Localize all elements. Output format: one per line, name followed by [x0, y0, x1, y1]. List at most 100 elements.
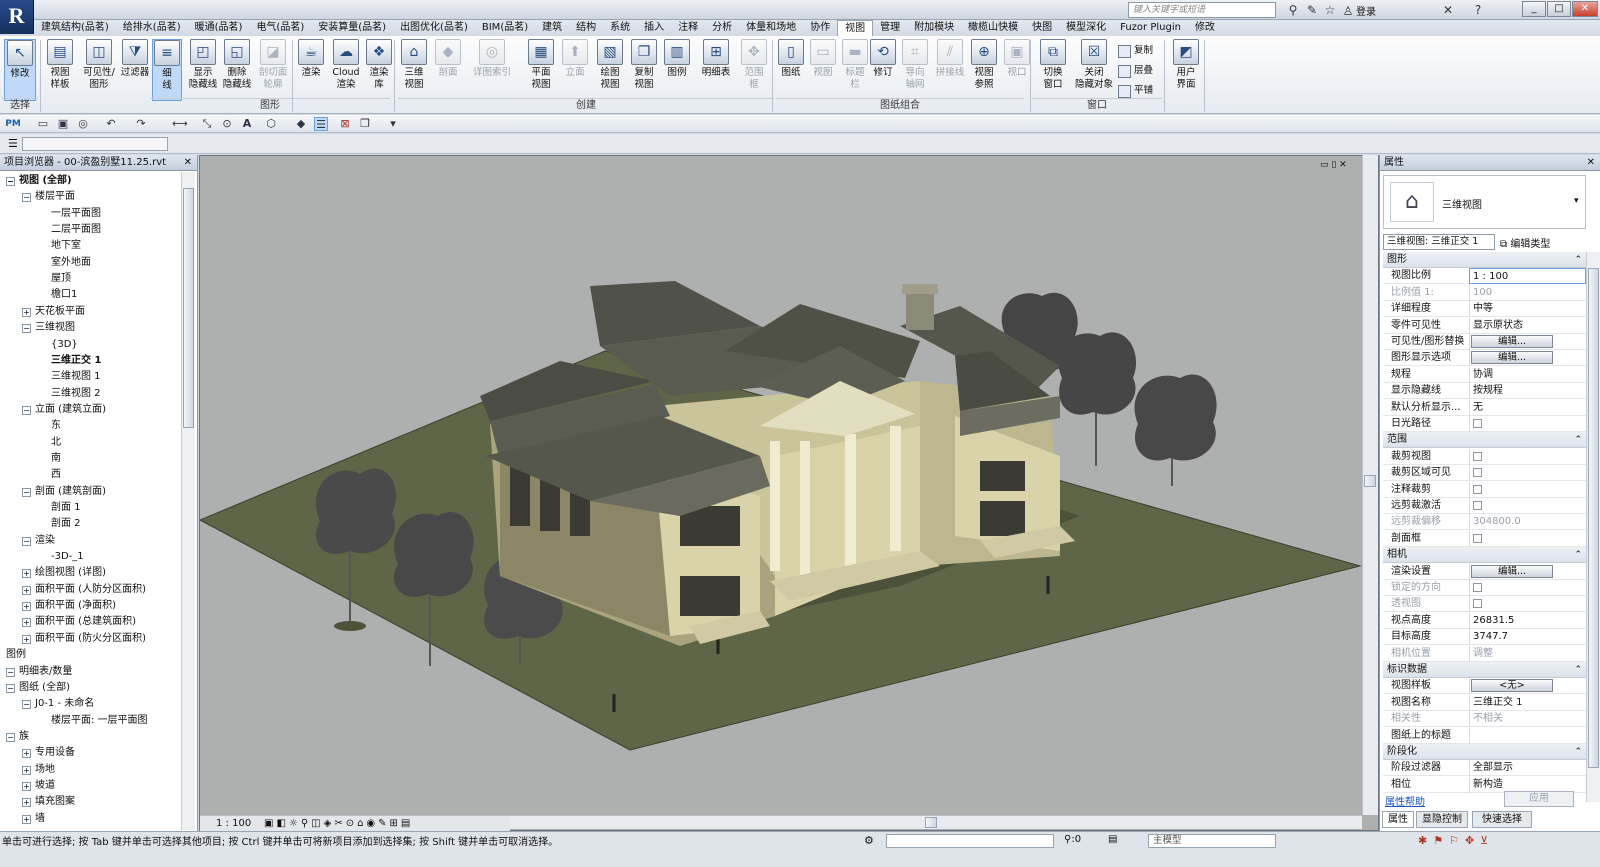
- properties-tab-0[interactable]: 属性: [1382, 811, 1414, 828]
- schedule-button[interactable]: ⊞ 明细表: [696, 39, 736, 101]
- browser-item[interactable]: − 剖面 (建筑剖面): [22, 484, 106, 500]
- open-icon[interactable]: ▭: [36, 117, 50, 131]
- property-value[interactable]: 26831.5: [1469, 612, 1586, 629]
- property-group[interactable]: 标识数据 ⌃: [1383, 662, 1586, 678]
- browser-item[interactable]: + 绘图视图 (详图): [22, 565, 106, 581]
- property-value[interactable]: [1469, 530, 1586, 547]
- expand-icon[interactable]: +: [22, 634, 31, 644]
- browser-item[interactable]: 三维视图 2: [38, 386, 101, 402]
- browser-item[interactable]: − 明细表/数量: [6, 664, 72, 680]
- property-value[interactable]: [1469, 563, 1586, 580]
- browser-item[interactable]: 室外地面: [38, 255, 91, 271]
- browser-item[interactable]: + 天花板平面: [22, 304, 85, 320]
- viewport-vertical-scrollbar[interactable]: [1362, 155, 1378, 815]
- property-value[interactable]: 中等: [1469, 301, 1586, 318]
- browser-item[interactable]: 西: [38, 467, 61, 483]
- search-input[interactable]: 键入关键字或短语: [1128, 2, 1276, 18]
- cursor-button[interactable]: ↖ 修改: [4, 39, 36, 101]
- collapse-icon[interactable]: −: [22, 536, 31, 546]
- collapse-group-icon[interactable]: ⌃: [1574, 432, 1582, 448]
- browser-item[interactable]: 檐口1: [38, 287, 77, 303]
- expand-icon[interactable]: +: [22, 585, 31, 595]
- browser-item[interactable]: 三维视图 1: [38, 369, 101, 385]
- section-button[interactable]: ◆ 剖面: [432, 39, 464, 101]
- property-value[interactable]: 无: [1469, 399, 1586, 416]
- visibility-button[interactable]: ◫ 可见性/ 图形: [80, 39, 118, 101]
- tab-6[interactable]: BIM(品茗): [475, 20, 535, 36]
- sync-icon[interactable]: ◎: [76, 117, 90, 131]
- collapse-group-icon[interactable]: ⌃: [1574, 547, 1582, 563]
- 3d-view-button[interactable]: ⌂ 三维 视图: [398, 39, 430, 101]
- browser-item[interactable]: 南: [38, 451, 61, 467]
- filter-button[interactable]: ⧩ 过滤器: [118, 39, 152, 101]
- property-group[interactable]: 相机 ⌃: [1383, 547, 1586, 564]
- switch-windows-quick-icon[interactable]: ❐: [358, 117, 372, 131]
- cut-profile-button[interactable]: ◪ 剖切面 轮廓: [256, 39, 290, 101]
- browser-item[interactable]: 地下室: [38, 238, 81, 254]
- collapse-icon[interactable]: −: [6, 683, 15, 693]
- property-value[interactable]: 1 : 100: [1469, 268, 1586, 285]
- measure-icon[interactable]: ⟷: [172, 117, 188, 131]
- tab-0[interactable]: 建筑结构(品茗): [34, 20, 116, 36]
- browser-item[interactable]: -3D-_1: [38, 549, 84, 565]
- render-button[interactable]: ☕ 渲染: [296, 39, 326, 101]
- remove-hidden-button[interactable]: ◱ 删除 隐藏线: [220, 39, 254, 101]
- properties-scrollbar[interactable]: [1586, 252, 1600, 802]
- building-model[interactable]: [198, 156, 1378, 816]
- maximize-button[interactable]: □: [1547, 1, 1571, 17]
- 3d-viewport[interactable]: [198, 155, 1379, 831]
- expand-icon[interactable]: +: [22, 569, 31, 579]
- expand-icon[interactable]: +: [22, 814, 31, 824]
- property-value[interactable]: [1469, 596, 1586, 613]
- thin-lines-button[interactable]: ≡ 细 线: [152, 39, 182, 101]
- duplicate-view-button[interactable]: ❐ 复制 视图: [628, 39, 660, 101]
- expand-icon[interactable]: +: [22, 765, 31, 775]
- browser-item[interactable]: + 面积平面 (防火分区面积): [22, 631, 146, 647]
- close-button[interactable]: ✕: [1572, 1, 1598, 17]
- help-icon[interactable]: ?: [1470, 2, 1486, 18]
- browser-scrollbar[interactable]: [181, 172, 195, 830]
- design-option-dropdown[interactable]: 主模型: [1148, 834, 1276, 848]
- browser-item[interactable]: 二层平面图: [38, 222, 101, 238]
- property-value[interactable]: 协调: [1469, 366, 1586, 383]
- customize-qat-icon[interactable]: ▾: [386, 117, 400, 131]
- browser-item[interactable]: − 楼层平面: [22, 189, 75, 205]
- collapse-icon[interactable]: −: [6, 667, 15, 677]
- drafting-view-button[interactable]: ▧ 绘图 视图: [594, 39, 626, 101]
- browser-item[interactable]: {3D}: [38, 337, 78, 353]
- browser-item[interactable]: 北: [38, 435, 61, 451]
- browser-item[interactable]: 东: [38, 418, 61, 434]
- property-value[interactable]: 显示原状态: [1469, 317, 1586, 334]
- callout-button[interactable]: ◎ 详图索引: [468, 39, 516, 101]
- tab-10[interactable]: 插入: [637, 20, 671, 36]
- browser-item[interactable]: + 墙: [22, 811, 45, 827]
- property-value[interactable]: [1469, 727, 1586, 744]
- collapse-group-icon[interactable]: ⌃: [1574, 662, 1582, 678]
- tab-2[interactable]: 暖通(品茗): [188, 20, 250, 36]
- property-value[interactable]: [1469, 678, 1586, 695]
- tab-22[interactable]: 修改: [1188, 20, 1222, 36]
- browser-item[interactable]: 剖面 2: [38, 516, 81, 532]
- tab-11[interactable]: 注释: [671, 20, 705, 36]
- expand-icon[interactable]: +: [22, 781, 31, 791]
- worksets-icon[interactable]: ⚙: [864, 834, 874, 847]
- properties-tab-2[interactable]: 快速选择: [1472, 811, 1532, 828]
- viewport-button[interactable]: ▣ 视口: [1002, 39, 1032, 101]
- property-value[interactable]: [1469, 350, 1586, 367]
- thin-lines-quick-icon[interactable]: ☰: [314, 117, 328, 131]
- section-quick-icon[interactable]: ◆: [294, 117, 308, 131]
- close-icon[interactable]: ✕: [184, 155, 192, 171]
- redo-icon[interactable]: ↷: [134, 117, 148, 131]
- tab-19[interactable]: 快图: [1025, 20, 1059, 36]
- communication-icon[interactable]: ✎: [1304, 2, 1320, 18]
- close-hidden-quick-icon[interactable]: ⊠: [338, 117, 352, 131]
- render-gallery-button[interactable]: ❖ 渲染 库: [364, 39, 394, 101]
- browser-item[interactable]: 一层平面图: [38, 206, 101, 222]
- expand-icon[interactable]: +: [22, 307, 31, 317]
- tab-7[interactable]: 建筑: [535, 20, 569, 36]
- browser-item[interactable]: + 面积平面 (净面积): [22, 598, 116, 614]
- save-icon[interactable]: ▣: [56, 117, 70, 131]
- tab-17[interactable]: 附加模块: [907, 20, 961, 36]
- scope-box-button[interactable]: ✥ 范围 框: [738, 39, 770, 101]
- legend-button[interactable]: ▥ 图例: [662, 39, 692, 101]
